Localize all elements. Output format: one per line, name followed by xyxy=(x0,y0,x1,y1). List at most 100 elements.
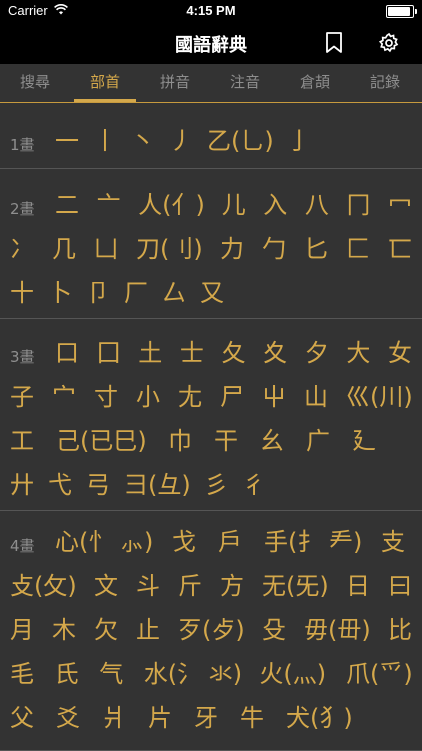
radical-item[interactable]: 夂 xyxy=(222,338,246,368)
radical-item[interactable]: 卩 xyxy=(86,278,110,308)
radical-item[interactable]: 匸 xyxy=(388,234,412,264)
radical-item[interactable]: 力 xyxy=(220,234,244,264)
radical-item[interactable]: 人(亻) xyxy=(138,190,205,220)
radical-item[interactable]: 卜 xyxy=(48,278,72,308)
radical-item[interactable]: 丨 xyxy=(93,126,117,156)
radical-item[interactable]: 心(忄 ⺗) xyxy=(55,527,153,557)
radical-item[interactable]: 入 xyxy=(263,190,287,220)
radical-item[interactable]: 木 xyxy=(52,615,76,645)
radical-item[interactable]: 牙 xyxy=(194,703,218,733)
radical-item[interactable]: 广 xyxy=(306,426,330,456)
radical-item[interactable]: 方 xyxy=(220,571,244,601)
tab-zhuyin[interactable]: 注音 xyxy=(210,64,280,102)
settings-gear-icon[interactable] xyxy=(378,32,400,54)
radical-item[interactable]: 厶 xyxy=(162,278,186,308)
radical-item[interactable]: 刀(刂) xyxy=(136,234,203,264)
radical-item[interactable]: 牛 xyxy=(240,703,264,733)
radical-item[interactable]: 月 xyxy=(10,615,34,645)
bookmark-icon[interactable] xyxy=(324,32,344,54)
radical-item[interactable]: 廴 xyxy=(352,426,376,456)
radical-item[interactable]: 无(旡) xyxy=(262,571,329,601)
radical-item[interactable]: 匚 xyxy=(346,234,370,264)
radical-item[interactable]: 片 xyxy=(148,703,172,733)
radical-item[interactable]: 囗 xyxy=(97,338,121,368)
radical-item[interactable]: 手(扌 龵) xyxy=(264,527,362,557)
radical-item[interactable]: 大 xyxy=(346,338,370,368)
radical-item[interactable]: 子 xyxy=(10,382,34,412)
radical-item[interactable]: 山 xyxy=(304,382,328,412)
radical-item[interactable]: 弋 xyxy=(48,470,72,500)
radical-item[interactable]: 干 xyxy=(214,426,238,456)
radical-item[interactable]: 毛 xyxy=(10,659,34,689)
radical-item[interactable]: 凵 xyxy=(94,234,118,264)
radical-item[interactable]: 日 xyxy=(346,571,370,601)
radical-item[interactable]: 巾 xyxy=(168,426,192,456)
tab-history[interactable]: 記錄 xyxy=(350,64,420,102)
tab-pinyin[interactable]: 拼音 xyxy=(140,64,210,102)
radical-item[interactable]: 氏 xyxy=(55,659,79,689)
tab-cangjie[interactable]: 倉頡 xyxy=(280,64,350,102)
radical-item[interactable]: 夕 xyxy=(305,338,329,368)
radical-item[interactable]: 欠 xyxy=(94,615,118,645)
radical-item[interactable]: 文 xyxy=(94,571,118,601)
radical-item[interactable]: 冫 xyxy=(10,234,34,264)
radical-item[interactable]: 亠 xyxy=(97,190,121,220)
radical-item[interactable]: 又 xyxy=(200,278,224,308)
radical-item[interactable]: 彡 xyxy=(204,470,228,500)
radical-item[interactable]: 乙(乚) xyxy=(207,126,274,156)
radical-item[interactable]: 冖 xyxy=(388,190,412,220)
radical-item[interactable]: 比 xyxy=(388,615,412,645)
radical-item[interactable]: 爻 xyxy=(56,703,80,733)
radical-item[interactable]: 口 xyxy=(55,338,79,368)
radical-item[interactable]: 一 xyxy=(55,126,79,156)
radical-item[interactable]: 八 xyxy=(305,190,329,220)
radical-item[interactable]: 戈 xyxy=(172,527,196,557)
radical-item[interactable]: 二 xyxy=(55,190,79,220)
radical-item[interactable]: 攴(攵) xyxy=(10,571,77,601)
radical-item[interactable]: 女 xyxy=(388,338,412,368)
tab-radicals[interactable]: 部首 xyxy=(70,64,140,102)
tab-search[interactable]: 搜尋 xyxy=(0,64,70,102)
radical-item[interactable]: 丶 xyxy=(131,126,155,156)
radical-item[interactable]: 宀 xyxy=(52,382,76,412)
radical-item[interactable]: 爿 xyxy=(102,703,126,733)
radical-item[interactable]: 父 xyxy=(10,703,34,733)
radical-item[interactable]: 弓 xyxy=(86,470,110,500)
radical-item[interactable]: 屮 xyxy=(262,382,286,412)
radical-item[interactable]: 十 xyxy=(10,278,34,308)
radical-item[interactable]: 支 xyxy=(381,527,405,557)
radical-item[interactable]: 火(灬) xyxy=(259,659,326,689)
radical-item[interactable]: 犬(犭) xyxy=(286,703,353,733)
radical-item[interactable]: 彐(彑) xyxy=(124,470,191,500)
radical-item[interactable]: 土 xyxy=(138,338,162,368)
radical-item[interactable]: 几 xyxy=(52,234,76,264)
radical-item[interactable]: 匕 xyxy=(304,234,328,264)
radical-item[interactable]: 小 xyxy=(136,382,160,412)
radical-item[interactable]: 毋(毌) xyxy=(304,615,371,645)
radical-item[interactable]: 勹 xyxy=(262,234,286,264)
radical-item[interactable]: 寸 xyxy=(94,382,118,412)
radical-item[interactable]: 丿 xyxy=(169,126,193,156)
radical-item[interactable]: 工 xyxy=(10,426,34,456)
radical-item[interactable]: 夊 xyxy=(263,338,287,368)
radical-item[interactable]: 气 xyxy=(99,659,123,689)
radical-item[interactable]: 巛(川) xyxy=(346,382,413,412)
radical-item[interactable]: 廾 xyxy=(10,470,34,500)
radical-item[interactable]: 士 xyxy=(180,338,204,368)
radical-item[interactable]: 爪(爫) xyxy=(346,659,413,689)
radical-item[interactable]: 冂 xyxy=(346,190,370,220)
radical-item[interactable]: 水(氵 氺) xyxy=(144,659,242,689)
radical-item[interactable]: 斤 xyxy=(178,571,202,601)
radical-item[interactable]: 彳 xyxy=(242,470,266,500)
radical-item[interactable]: 亅 xyxy=(287,126,311,156)
radical-item[interactable]: 戶 xyxy=(218,527,242,557)
radical-item[interactable]: 曰 xyxy=(388,571,412,601)
radical-item[interactable]: 歹(歺) xyxy=(178,615,245,645)
radical-item[interactable]: 斗 xyxy=(136,571,160,601)
radical-item[interactable]: 幺 xyxy=(260,426,284,456)
radical-item[interactable]: 尸 xyxy=(220,382,244,412)
radical-item[interactable]: 厂 xyxy=(124,278,148,308)
radical-item[interactable]: 儿 xyxy=(222,190,246,220)
radical-item[interactable]: 殳 xyxy=(262,615,286,645)
radical-item[interactable]: 尢 xyxy=(178,382,202,412)
